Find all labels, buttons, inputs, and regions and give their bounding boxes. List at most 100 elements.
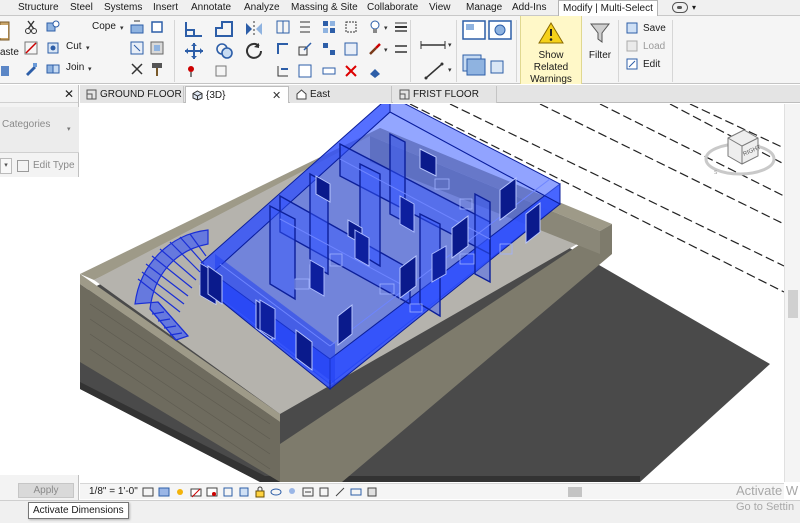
tab-3d-view[interactable]: {3D} ✕	[185, 86, 289, 103]
split-icon[interactable]	[276, 20, 290, 34]
tab-annotate[interactable]: Annotate	[191, 2, 231, 13]
filter-icon[interactable]	[590, 22, 610, 44]
tab-add-ins[interactable]: Add-Ins	[512, 2, 546, 13]
paint-icon[interactable]	[24, 62, 38, 76]
contextual-toggle-icon[interactable]	[672, 2, 688, 13]
horizontal-scroll-thumb[interactable]	[568, 487, 582, 497]
switch-join-icon[interactable]	[130, 20, 144, 34]
tab-massing-site[interactable]: Massing & Site	[291, 2, 358, 13]
edit-type-button[interactable]: Edit Type	[33, 160, 75, 171]
create-group-large-icon[interactable]	[462, 54, 486, 76]
dimension-icon[interactable]	[424, 62, 444, 80]
scale-icon[interactable]	[298, 42, 312, 56]
tab-steel[interactable]: Steel	[70, 2, 93, 13]
tab-insert[interactable]: Insert	[153, 2, 178, 13]
save-selection-icon[interactable]	[626, 22, 638, 34]
cope-icon[interactable]	[46, 20, 60, 34]
edit-type-icon[interactable]	[17, 160, 29, 172]
join-label[interactable]: Join	[66, 62, 84, 73]
mirror-axis-icon[interactable]	[244, 20, 264, 38]
close-icon[interactable]: ✕	[272, 89, 281, 102]
tab-systems[interactable]: Systems	[104, 2, 142, 13]
show-crop-icon[interactable]	[238, 486, 250, 498]
constraints-icon[interactable]	[334, 486, 346, 498]
chevron-down-icon[interactable]: ▾	[0, 158, 12, 174]
paste-label[interactable]: aste	[0, 47, 19, 58]
similar-icon[interactable]	[490, 60, 504, 74]
paint-face-icon[interactable]	[150, 41, 164, 55]
cut-label[interactable]: Cut	[66, 41, 82, 52]
paint-brush-icon[interactable]	[368, 42, 382, 56]
render-icon[interactable]	[206, 486, 218, 498]
cut-dropdown-icon[interactable]: ▾	[86, 44, 90, 52]
cut-geometry-icon[interactable]	[24, 41, 38, 55]
filter-button[interactable]: Filter	[586, 50, 614, 62]
crop-view-icon[interactable]	[222, 486, 234, 498]
chevron-down-icon[interactable]: ▾	[67, 125, 71, 133]
create-assembly-icon[interactable]	[462, 20, 486, 40]
vertical-scrollbar[interactable]	[784, 104, 800, 482]
dimension-dropdown-icon[interactable]: ▾	[448, 66, 452, 74]
measure-icon[interactable]	[322, 64, 336, 78]
tab-ground-floor[interactable]: GROUND FLOOR	[80, 86, 184, 103]
array-icon[interactable]	[298, 20, 312, 34]
building-3d-model[interactable]: RIGHT S	[80, 104, 784, 482]
warning-icon[interactable]	[538, 22, 564, 44]
hammer-icon[interactable]	[150, 62, 164, 76]
pin-icon[interactable]	[184, 64, 198, 78]
join-dropdown-icon[interactable]: ▾	[88, 65, 92, 73]
join-icon[interactable]	[46, 62, 60, 76]
extend-icon[interactable]	[276, 64, 290, 78]
copy-icon[interactable]	[214, 42, 234, 60]
lineweight-icon[interactable]	[394, 20, 408, 34]
highlight-displacement-icon[interactable]	[366, 486, 378, 498]
edit-selection-icon[interactable]	[626, 58, 638, 70]
load-selection-icon[interactable]	[626, 40, 638, 52]
measure-line-icon[interactable]	[420, 38, 446, 52]
paint-brush-dropdown-icon[interactable]: ▾	[384, 46, 388, 54]
cope-dropdown-icon[interactable]: ▾	[120, 24, 124, 32]
measure-dropdown-icon[interactable]: ▾	[448, 41, 452, 49]
create-parts-icon[interactable]	[488, 20, 512, 40]
reveal-hidden-icon[interactable]	[286, 486, 298, 498]
align-grid-icon[interactable]	[322, 20, 336, 34]
worksharing-icon[interactable]	[318, 486, 330, 498]
3d-viewport[interactable]: RIGHT S	[80, 104, 784, 482]
type-selector[interactable]: Categories ▾	[0, 107, 79, 153]
lightbulb-dropdown-icon[interactable]: ▾	[384, 24, 388, 32]
cope-scissors-icon[interactable]	[24, 20, 38, 34]
scrollbar-thumb[interactable]	[788, 290, 798, 318]
offset-icon[interactable]	[214, 20, 234, 38]
wall-joins-icon[interactable]	[150, 20, 164, 34]
create-similar-icon[interactable]	[344, 42, 358, 56]
move-icon[interactable]	[184, 42, 204, 60]
close-icon[interactable]: ✕	[64, 87, 74, 101]
split-face-icon[interactable]	[130, 41, 144, 55]
trim-icon[interactable]	[276, 42, 290, 56]
sun-path-icon[interactable]	[174, 486, 186, 498]
analytical-model-icon[interactable]	[350, 486, 362, 498]
tab-analyze[interactable]: Analyze	[244, 2, 280, 13]
shadows-icon[interactable]	[190, 486, 202, 498]
close-red-icon[interactable]	[344, 64, 358, 78]
create-group-icon[interactable]	[322, 42, 336, 56]
load-selection-button[interactable]: Load	[643, 41, 665, 52]
tab-east-elevation[interactable]: East	[290, 86, 392, 103]
unpin-icon[interactable]	[214, 64, 228, 78]
save-selection-button[interactable]: Save	[643, 23, 666, 34]
edit-selection-button[interactable]: Edit	[643, 59, 660, 70]
detail-level-icon[interactable]	[142, 486, 154, 498]
mirror-draw-icon[interactable]	[344, 20, 358, 34]
cut-icon[interactable]	[46, 41, 60, 55]
tab-collaborate[interactable]: Collaborate	[367, 2, 418, 13]
tab-frist-floor[interactable]: FRIST FLOOR	[393, 86, 497, 103]
cope-label[interactable]: Cope	[92, 21, 116, 32]
delete-icon[interactable]	[298, 64, 312, 78]
tab-manage[interactable]: Manage	[466, 2, 502, 13]
view-scale[interactable]: 1/8" = 1'-0"	[89, 486, 138, 497]
lock-view-icon[interactable]	[254, 486, 266, 498]
tab-modify-multi-select[interactable]: Modify | Multi-Select	[558, 0, 658, 17]
tab-view[interactable]: View	[429, 2, 451, 13]
visual-style-icon[interactable]	[158, 486, 170, 498]
match-properties-icon[interactable]	[0, 64, 10, 78]
